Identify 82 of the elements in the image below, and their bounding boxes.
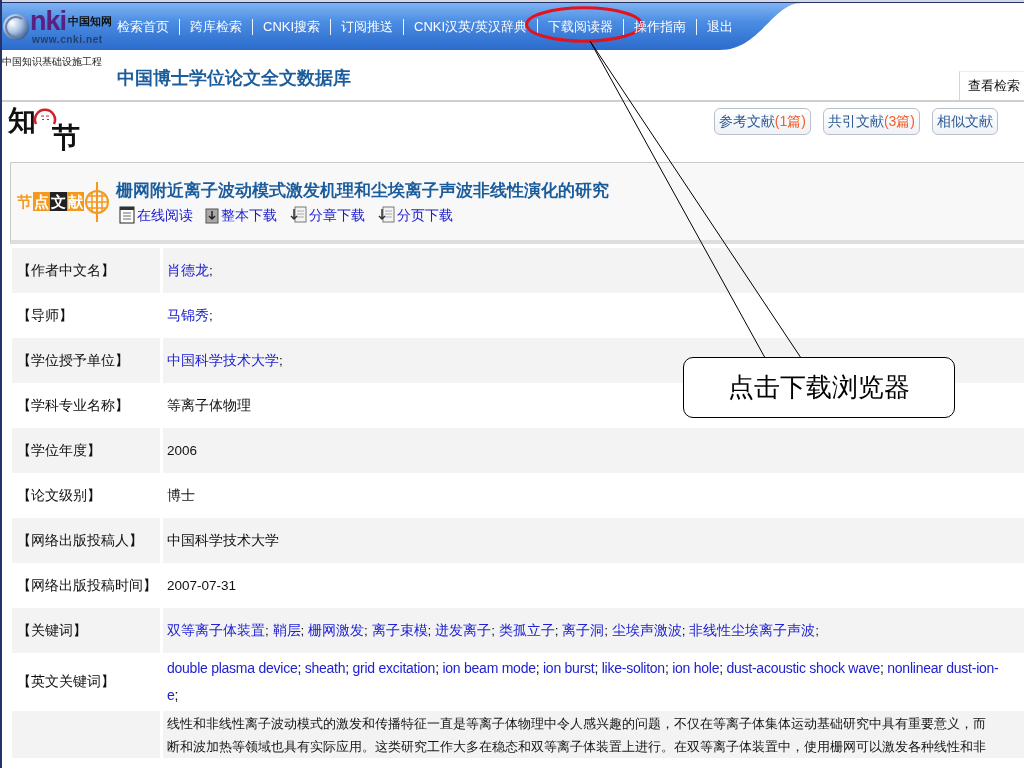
- keyword-link[interactable]: 类孤立子: [498, 622, 555, 638]
- value-link[interactable]: 肖德龙: [167, 262, 209, 278]
- separator-text: ;: [719, 660, 723, 676]
- literature-button[interactable]: 共引文献(3篇): [822, 108, 920, 135]
- nav-link[interactable]: 退出: [706, 18, 733, 35]
- keyword-link[interactable]: e: [167, 687, 175, 703]
- keyword-link[interactable]: 离子洞: [562, 622, 605, 638]
- field-label: 【论文级别】: [16, 485, 102, 505]
- lattice-icon: [84, 181, 110, 222]
- separator-text: ;: [554, 622, 559, 638]
- paper-title: 栅网附近离子波动模式激发机理和尘埃离子声波非线性演化的研究: [116, 179, 609, 201]
- tagline: 中国知识基础设施工程: [2, 55, 103, 68]
- separator-text: ;: [535, 660, 540, 676]
- field-value: 博士: [167, 486, 195, 505]
- field-label: 【学位年度】: [12, 428, 160, 473]
- value-link[interactable]: 马锦秀: [167, 307, 209, 323]
- field-label: 【关键词】: [12, 608, 160, 653]
- keyword-link[interactable]: like-soliton: [601, 660, 665, 676]
- nav-link[interactable]: CNKI搜索: [263, 18, 321, 35]
- keyword-link[interactable]: nonlinear dust-ion-: [887, 660, 999, 676]
- field-value: 2007-07-31: [167, 578, 237, 593]
- keyword-link[interactable]: 离子束模: [371, 622, 428, 638]
- logo-url: www.cnki.net: [32, 33, 104, 46]
- field-label: 【网络出版投稿人】: [12, 518, 160, 563]
- separator-text: ;: [174, 687, 179, 703]
- separator-text: ;: [209, 307, 213, 323]
- keyword-link[interactable]: 尘埃声激波: [611, 622, 682, 638]
- nav-link[interactable]: 订阅推送: [341, 18, 394, 35]
- document-icon: [119, 205, 135, 224]
- logo-text: 知: [8, 105, 36, 137]
- download-link[interactable]: 整本下载: [205, 205, 277, 224]
- callout-bubble: 点击下载浏览器: [683, 357, 955, 418]
- logo-text: nki: [30, 7, 66, 34]
- separator-text: ;: [604, 622, 608, 638]
- nav-link[interactable]: 检索首页: [117, 18, 169, 35]
- chapter-download-link[interactable]: 分章下载: [289, 205, 365, 224]
- separator-text: ;: [209, 262, 213, 278]
- nav-link[interactable]: CNKI汉英/英汉辞典: [414, 18, 527, 35]
- keyword-link[interactable]: ion beam mode: [442, 660, 536, 676]
- field-label: 【学位授予单位】: [12, 338, 160, 383]
- field-label: 【导师】: [16, 305, 74, 325]
- field-label: 【作者中文名】: [12, 248, 160, 293]
- field-value: 等离子体物理: [167, 396, 251, 415]
- field-label: 【学科专业名称】: [16, 395, 130, 415]
- logo-text: 中国知网: [68, 13, 112, 29]
- keyword-link[interactable]: 双等离子体装置: [167, 622, 265, 638]
- database-title: 中国博士学位论文全文数据库: [117, 67, 351, 89]
- keyword-link[interactable]: 鞘层: [272, 622, 301, 638]
- separator-text: ;: [364, 622, 368, 638]
- nav-link[interactable]: 跨库检索: [190, 18, 242, 35]
- separator-text: ;: [345, 660, 349, 676]
- value-link[interactable]: 中国科学技术大学: [167, 352, 279, 368]
- separator-text: ;: [300, 622, 305, 638]
- separator-text: ;: [491, 622, 495, 638]
- separator-text: ;: [279, 352, 283, 368]
- separator-text: ;: [880, 660, 884, 676]
- literature-button[interactable]: 参考文献(1篇): [713, 108, 811, 135]
- separator-text: ;: [297, 660, 302, 676]
- document-arrow-icon: [377, 205, 395, 224]
- document-arrow-icon: [289, 205, 307, 224]
- separator-text: ;: [681, 622, 686, 638]
- separator-text: ;: [815, 622, 819, 638]
- globe-icon: [2, 12, 30, 41]
- literature-button[interactable]: 相似文献: [932, 108, 998, 135]
- field-value: 2006: [167, 443, 198, 458]
- abstract-text: 线性和非线性离子波动模式的激发和传播特征一直是等离子体物理中令人感兴趣的问题，不仅在等离子体集体运动基础研究中具有重要意义，而 断和波加热等领域也具有实际应用。这类研究工作大多在稳态和双等离子体装置上进行。在双等离子体装置中，使用栅网可以激发各种线性和非: [167, 715, 986, 756]
- separator-text: ;: [427, 622, 432, 638]
- separator-text: ;: [594, 660, 599, 676]
- history-link[interactable]: 查看检索: [959, 71, 1024, 100]
- page-download-link[interactable]: 分页下载: [377, 205, 453, 224]
- keyword-link[interactable]: 非线性尘埃离子声波: [689, 622, 816, 638]
- node-literature-logo: 节点文献: [16, 192, 84, 211]
- download-icon: [205, 207, 219, 224]
- read-online-link[interactable]: 在线阅读: [119, 205, 193, 224]
- separator-text: ;: [664, 660, 669, 676]
- keyword-link[interactable]: dust-acoustic shock wave: [726, 660, 880, 676]
- field-value: 中国科学技术大学: [167, 531, 279, 550]
- field-label: 【英文关键词】: [16, 672, 116, 691]
- field-label: 【网络出版投稿时间】: [16, 575, 158, 595]
- logo-text: 节: [52, 122, 80, 154]
- separator-text: ;: [435, 660, 439, 676]
- separator-text: ;: [265, 622, 269, 638]
